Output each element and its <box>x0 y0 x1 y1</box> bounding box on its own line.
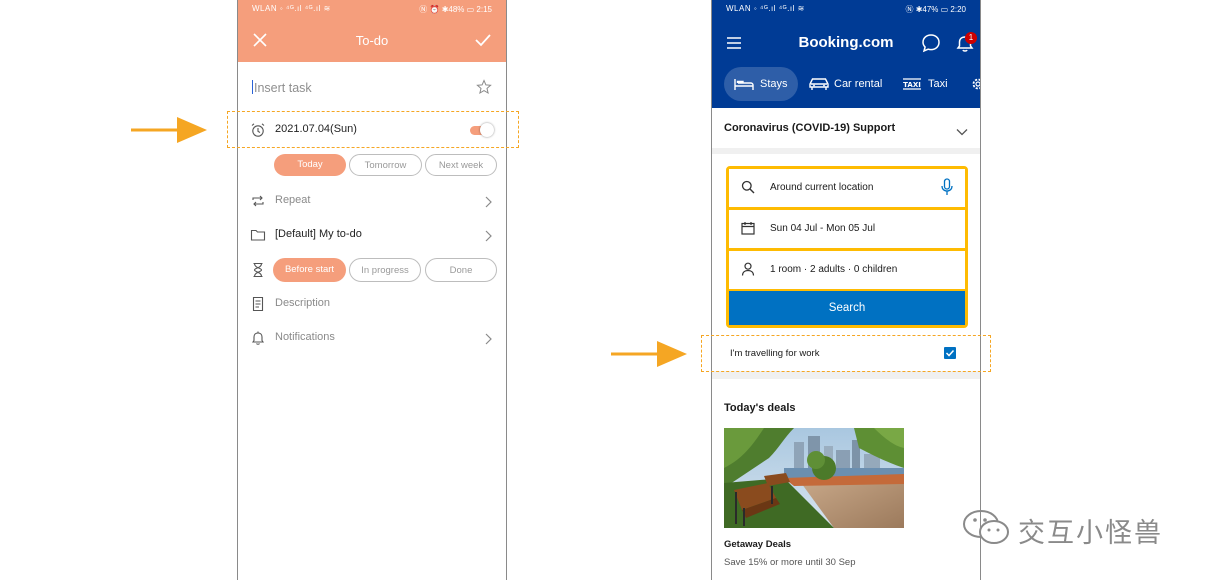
status-option-done[interactable]: Done <box>425 258 497 282</box>
chevron-right-icon <box>484 195 492 213</box>
task-input[interactable]: Insert task <box>252 80 312 95</box>
covid-support-label: Coronavirus (COVID-19) Support <box>724 122 896 134</box>
deals-heading: Today's deals <box>724 402 796 414</box>
status-bar: WLAN ◦ ⁴ᴳ.ıl ⁴ᴳ.ıl ≋ Ⓝ ✱47% ▭ 2:20 <box>712 0 980 18</box>
status-option-before-start[interactable]: Before start <box>273 258 346 282</box>
calendar-icon <box>741 221 755 240</box>
page-title: To-do <box>355 33 389 48</box>
location-value: Around current location <box>770 182 874 193</box>
watermark-text: 交互小怪兽 <box>1018 518 1163 549</box>
list-row[interactable]: [Default] My to-do <box>238 223 506 247</box>
deal-title[interactable]: Getaway Deals <box>724 539 791 550</box>
hourglass-icon <box>250 262 266 283</box>
guests-field[interactable]: 1 room · 2 adults · 0 children <box>729 251 965 289</box>
chevron-down-icon <box>956 123 968 141</box>
svg-text:TAXI: TAXI <box>903 81 921 89</box>
annotation-arrow-icon <box>611 339 687 374</box>
wechat-logo-icon <box>962 508 1012 551</box>
person-icon <box>741 262 755 281</box>
booking-app-screen: WLAN ◦ ⁴ᴳ.ıl ⁴ᴳ.ıl ≋ Ⓝ ✱47% ▭ 2:20 Booki… <box>711 0 981 580</box>
list-label: [Default] My to-do <box>275 228 362 240</box>
annotation-arrow-icon <box>131 115 207 150</box>
todo-app-screen: WLAN ◦ ⁴ᴳ.ıl ⁴ᴳ.ıl ≋ Ⓝ ⏰ ✱48% ▭ 2:15 To-… <box>237 0 507 580</box>
tab-taxi[interactable]: TAXI Taxi <box>898 67 954 101</box>
dates-field[interactable]: Sun 04 Jul - Mon 05 Jul <box>729 210 965 248</box>
date-option-next-week[interactable]: Next week <box>425 154 497 176</box>
tab-car-rental[interactable]: Car rental <box>804 67 888 101</box>
highlight-reminder-row <box>227 111 519 148</box>
bed-icon <box>734 76 754 95</box>
attractions-gear-icon[interactable] <box>970 75 980 98</box>
dates-value: Sun 04 Jul - Mon 05 Jul <box>770 223 876 234</box>
date-option-tomorrow[interactable]: Tomorrow <box>349 154 422 176</box>
task-placeholder: Insert task <box>254 81 312 95</box>
status-option-in-progress[interactable]: In progress <box>349 258 421 282</box>
text-cursor <box>252 80 253 94</box>
status-right: Ⓝ ✱47% ▭ 2:20 <box>905 5 966 14</box>
description-label: Description <box>275 297 331 309</box>
repeat-label: Repeat <box>275 194 311 206</box>
microphone-icon[interactable] <box>941 178 953 201</box>
chat-bubble-icon[interactable] <box>921 33 941 58</box>
repeat-row[interactable]: Repeat <box>238 189 506 213</box>
status-right: Ⓝ ⏰ ✱48% ▭ 2:15 <box>419 5 492 14</box>
tab-stays[interactable]: Stays <box>724 67 798 101</box>
date-option-today[interactable]: Today <box>274 154 346 176</box>
notifications-label: Notifications <box>275 331 335 343</box>
repeat-icon <box>250 193 266 214</box>
location-field[interactable]: Around current location <box>729 169 965 207</box>
notifications-row[interactable]: Notifications <box>238 326 506 350</box>
highlight-work-travel-row <box>701 335 991 372</box>
status-bar: WLAN ◦ ⁴ᴳ.ıl ⁴ᴳ.ıl ≋ Ⓝ ⏰ ✱48% ▭ 2:15 <box>238 0 506 18</box>
deal-image[interactable] <box>724 428 904 528</box>
car-icon <box>808 76 830 95</box>
chevron-right-icon <box>484 229 492 247</box>
deal-subtitle: Save 15% or more until 30 Sep <box>724 557 856 568</box>
chevron-right-icon <box>484 332 492 350</box>
bell-icon <box>250 330 266 351</box>
tab-stays-label: Stays <box>760 78 788 90</box>
search-button[interactable]: Search <box>729 291 965 325</box>
notification-badge: 1 <box>965 32 977 44</box>
confirm-check-icon[interactable] <box>474 32 492 53</box>
taxi-icon: TAXI <box>902 77 922 94</box>
search-icon <box>741 180 755 199</box>
description-row[interactable]: Description <box>238 292 506 316</box>
guests-value: 1 room · 2 adults · 0 children <box>770 264 898 275</box>
tab-car-rental-label: Car rental <box>834 78 883 90</box>
covid-support-row[interactable]: Coronavirus (COVID-19) Support <box>712 108 980 154</box>
status-left: WLAN ◦ ⁴ᴳ.ıl ⁴ᴳ.ıl ≋ <box>726 4 805 13</box>
folder-icon <box>250 227 266 248</box>
tab-taxi-label: Taxi <box>928 78 948 90</box>
search-box: Around current location Sun 04 Jul - Mon… <box>726 166 968 328</box>
status-left: WLAN ◦ ⁴ᴳ.ıl ⁴ᴳ.ıl ≋ <box>252 4 331 13</box>
document-icon <box>250 296 266 317</box>
star-icon[interactable] <box>476 79 492 100</box>
